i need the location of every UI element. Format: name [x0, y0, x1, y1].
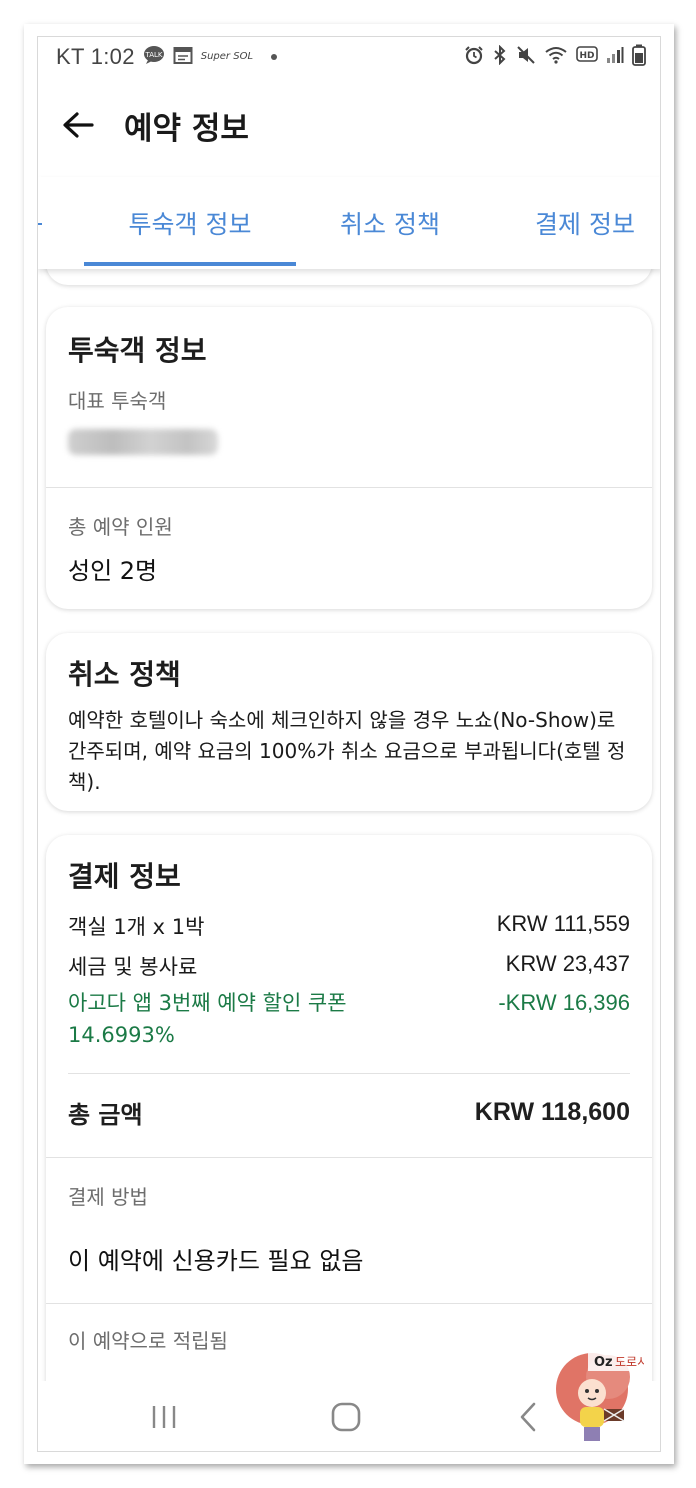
divider [46, 1303, 652, 1304]
app-bar: 예약 정보 [38, 77, 660, 173]
payment-info-card: 결제 정보 객실 1개 x 1박 KRW 111,559 세금 및 봉사료 KR… [46, 835, 652, 1381]
payment-info-title: 결제 정보 [68, 860, 181, 893]
previous-tab-edge [38, 223, 42, 225]
previous-card [46, 269, 652, 285]
active-tab-indicator [84, 262, 296, 266]
total-guests-value: 성인 2명 [68, 557, 158, 585]
discount-row: 아고다 앱 3번째 예약 할인 쿠폰 14.6993% -KRW 16,396 [68, 987, 630, 1051]
room-charge-amount: KRW 111,559 [496, 911, 630, 936]
talk-badge: TALK [144, 51, 162, 59]
bluetooth-icon [492, 44, 508, 69]
guest-info-card: 투숙객 정보 대표 투숙객 총 예약 인원 성인 2명 [46, 307, 652, 609]
tax-label: 세금 및 봉사료 [68, 955, 198, 979]
tab-cancel-policy[interactable]: 취소 정책 [308, 177, 472, 269]
divider [46, 1157, 652, 1158]
room-charge-row: 객실 1개 x 1박 KRW 111,559 [68, 911, 630, 941]
total-amount: KRW 118,600 [474, 1098, 630, 1126]
nav-back-icon[interactable] [506, 1395, 550, 1439]
cancel-policy-title: 취소 정책 [68, 658, 181, 691]
guest-info-title: 투숙객 정보 [68, 334, 207, 367]
recent-apps-icon[interactable] [142, 1395, 186, 1439]
svg-text:도로시: 도로시 [615, 1355, 644, 1369]
room-charge-label: 객실 1개 x 1박 [68, 915, 205, 939]
total-guests-label: 총 예약 인원 [68, 515, 173, 539]
back-arrow-icon[interactable] [58, 105, 98, 145]
discount-amount: -KRW 16,396 [498, 990, 630, 1015]
home-icon[interactable] [324, 1395, 368, 1439]
notification-dot-icon [271, 54, 278, 60]
scroll-content[interactable]: 투숙객 정보 대표 투숙객 총 예약 인원 성인 2명 취소 정책 예약한 호텔… [38, 269, 660, 1381]
super-sol-icon: Super SOL [200, 51, 254, 62]
payment-method-value: 이 예약에 신용카드 필요 없음 [68, 1247, 364, 1275]
total-row: 총 금액 KRW 118,600 [68, 1095, 630, 1130]
chat-icon: TALK [143, 45, 165, 70]
phone-screen: KT 1:02 TALK Super SOL HD 예약 정보 투숙객 정보 취… [37, 36, 661, 1452]
tax-row: 세금 및 봉사료 KRW 23,437 [68, 951, 630, 981]
discount-label: 아고다 앱 3번째 예약 할인 쿠폰 14.6993% [68, 991, 347, 1047]
divider [46, 487, 652, 488]
payment-method-label: 결제 방법 [68, 1185, 148, 1209]
page-title: 예약 정보 [124, 110, 249, 147]
svg-text:HD: HD [579, 51, 594, 61]
status-bar: KT 1:02 TALK Super SOL HD [38, 37, 660, 77]
wifi-icon [544, 45, 568, 69]
mute-icon [516, 45, 536, 69]
svg-text:Oz: Oz [594, 1355, 613, 1370]
status-time: KT 1:02 [56, 44, 135, 69]
cancel-policy-text: 예약한 호텔이나 숙소에 체크인하지 않을 경우 노쇼(No-Show)로 간주… [68, 708, 626, 794]
cancel-policy-card: 취소 정책 예약한 호텔이나 숙소에 체크인하지 않을 경우 노쇼(No-Sho… [46, 633, 652, 811]
earned-rewards-label: 이 예약으로 적립됨 [68, 1329, 228, 1353]
watermark-logo: Oz 도로시 [548, 1347, 648, 1443]
calendar-icon [173, 45, 193, 70]
tab-payment-info[interactable]: 결제 정보 [508, 177, 660, 269]
alarm-icon [464, 45, 484, 69]
hd-icon: HD [576, 46, 598, 68]
tax-amount: KRW 23,437 [505, 951, 630, 976]
total-label: 총 금액 [68, 1101, 143, 1129]
signal-icon [606, 46, 624, 68]
battery-icon [632, 44, 646, 70]
primary-guest-label: 대표 투숙객 [68, 389, 167, 413]
primary-guest-name-redacted [68, 429, 218, 455]
tab-guest-info[interactable]: 투숙객 정보 [84, 177, 296, 269]
section-tabs: 투숙객 정보 취소 정책 결제 정보 [38, 177, 660, 269]
divider [68, 1073, 630, 1074]
